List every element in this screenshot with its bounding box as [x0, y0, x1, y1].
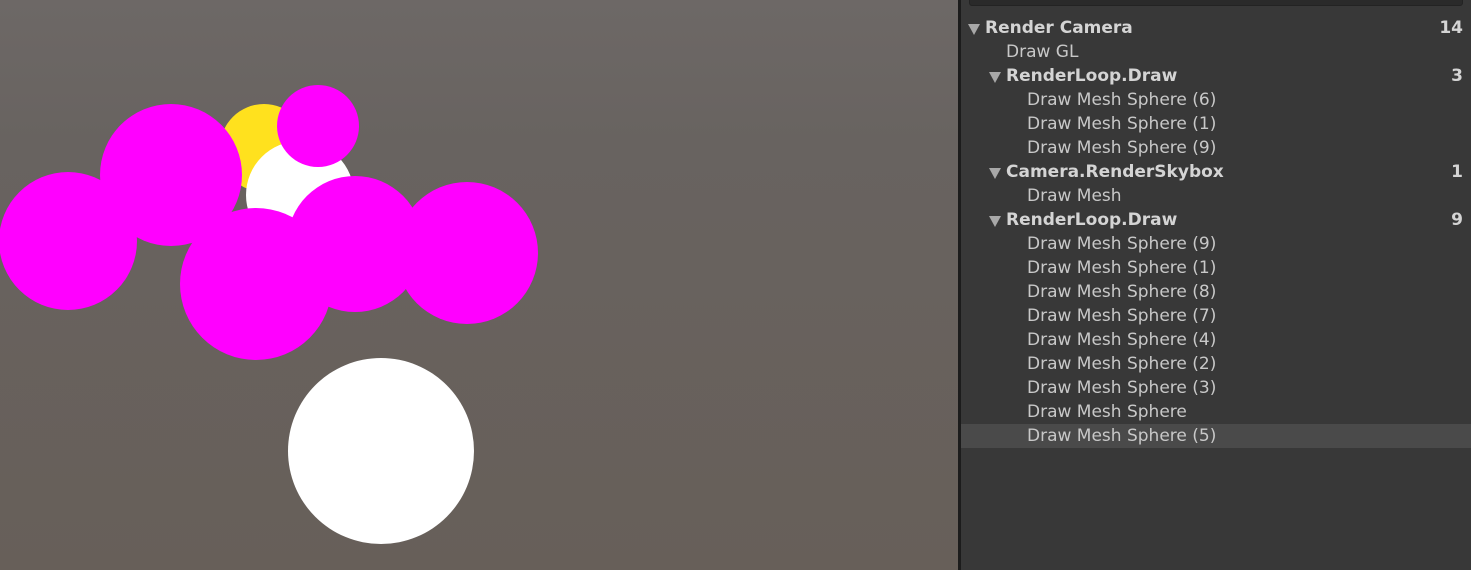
tree-event-row[interactable]: Draw Mesh Sphere (3)	[961, 376, 1471, 400]
frame-debugger-window: Render Camera 14 Draw GL RenderLoop.Draw 3 Dr…	[0, 0, 1471, 570]
game-view-viewport[interactable]	[0, 0, 958, 570]
sphere-magenta-top	[277, 85, 359, 167]
expand-arrow-icon[interactable]	[989, 168, 1001, 179]
draw-call-count: 9	[1451, 210, 1463, 230]
tree-row-label: Draw Mesh Sphere (9)	[1027, 234, 1217, 254]
tree-group-row[interactable]: RenderLoop.Draw 9	[961, 208, 1471, 232]
tree-event-row[interactable]: Draw Mesh Sphere (9)	[961, 136, 1471, 160]
event-hierarchy-panel: Render Camera 14 Draw GL RenderLoop.Draw 3 Dr…	[961, 0, 1471, 570]
tree-event-row[interactable]: Draw Mesh Sphere (8)	[961, 280, 1471, 304]
sphere-magenta-left	[0, 172, 137, 310]
tree-event-row[interactable]: Draw Mesh Sphere (6)	[961, 88, 1471, 112]
sphere-magenta-bottom	[180, 208, 332, 360]
expand-arrow-icon[interactable]	[968, 24, 980, 35]
tree-row-label: Draw Mesh	[1027, 186, 1122, 206]
tree-event-row[interactable]: Draw Mesh Sphere (9)	[961, 232, 1471, 256]
tree-row-label: Draw Mesh Sphere (3)	[1027, 378, 1217, 398]
tree-row-label: Render Camera	[985, 18, 1133, 38]
tree-row-label: Draw Mesh Sphere (9)	[1027, 138, 1217, 158]
tree-row-label: Draw Mesh Sphere (7)	[1027, 306, 1217, 326]
tree-row-label: Draw Mesh Sphere	[1027, 402, 1187, 422]
tree-row-label: Draw Mesh Sphere (1)	[1027, 258, 1217, 278]
tree-event-row[interactable]: Draw Mesh Sphere (7)	[961, 304, 1471, 328]
tree-event-row[interactable]: Draw Mesh Sphere (1)	[961, 112, 1471, 136]
tree-group-row[interactable]: Camera.RenderSkybox 1	[961, 160, 1471, 184]
draw-call-count: 14	[1439, 18, 1463, 38]
tree-row-label: Draw Mesh Sphere (1)	[1027, 114, 1217, 134]
tree-event-row[interactable]: Draw GL	[961, 40, 1471, 64]
sphere-white-front	[288, 358, 474, 544]
tree-row-label: RenderLoop.Draw	[1006, 66, 1178, 86]
tree-event-row[interactable]: Draw Mesh Sphere (4)	[961, 328, 1471, 352]
tree-group-row[interactable]: RenderLoop.Draw 3	[961, 64, 1471, 88]
tree-row-label: RenderLoop.Draw	[1006, 210, 1178, 230]
tree-row-label: Draw Mesh Sphere (4)	[1027, 330, 1217, 350]
expand-arrow-icon[interactable]	[989, 72, 1001, 83]
draw-call-count: 3	[1451, 66, 1463, 86]
tree-event-row[interactable]: Draw Mesh	[961, 184, 1471, 208]
tree-group-row[interactable]: Render Camera 14	[961, 16, 1471, 40]
tree-row-label: Draw Mesh Sphere (5)	[1027, 426, 1217, 446]
sphere-magenta-right	[396, 182, 538, 324]
tree-row-label: Draw Mesh Sphere (6)	[1027, 90, 1217, 110]
tree-event-row[interactable]: Draw Mesh Sphere (1)	[961, 256, 1471, 280]
tree-row-label: Camera.RenderSkybox	[1006, 162, 1224, 182]
tree-event-row[interactable]: Draw Mesh Sphere (2)	[961, 352, 1471, 376]
tree-row-label: Draw Mesh Sphere (8)	[1027, 282, 1217, 302]
tree-row-label: Draw GL	[1006, 42, 1079, 62]
tree-event-row[interactable]: Draw Mesh Sphere (5)	[961, 424, 1471, 448]
tree-row-label: Draw Mesh Sphere (2)	[1027, 354, 1217, 374]
scene-render	[0, 85, 538, 544]
draw-call-count: 1	[1451, 162, 1463, 182]
expand-arrow-icon[interactable]	[989, 216, 1001, 227]
search-field[interactable]	[969, 0, 1463, 6]
tree-event-row[interactable]: Draw Mesh Sphere	[961, 400, 1471, 424]
event-tree: Render Camera 14 Draw GL RenderLoop.Draw 3 Dr…	[961, 16, 1471, 448]
